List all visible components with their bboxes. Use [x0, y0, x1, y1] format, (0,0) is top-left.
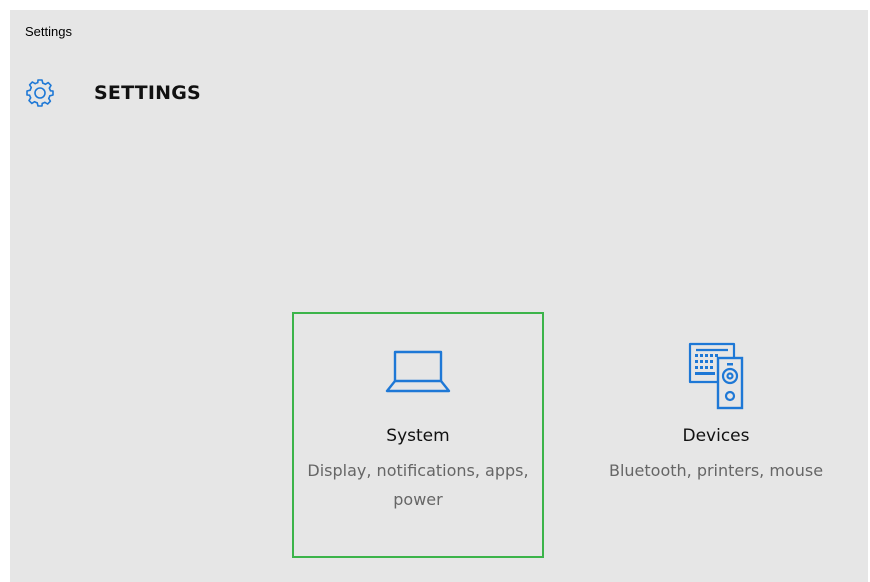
- devices-tile-title: Devices: [682, 426, 750, 446]
- settings-window: Settings SETTINGS System Display, notifi…: [10, 10, 868, 582]
- settings-header: SETTINGS: [24, 76, 201, 110]
- devices-tile-description: Bluetooth, printers, mouse: [608, 461, 824, 480]
- system-tile[interactable]: System Display, notifications, apps, pow…: [292, 312, 544, 558]
- laptop-icon: [385, 350, 451, 393]
- system-tile-title: System: [386, 426, 450, 446]
- gear-icon: [26, 79, 54, 107]
- page-title: SETTINGS: [94, 82, 201, 104]
- devices-tile[interactable]: Devices Bluetooth, printers, mouse: [590, 312, 842, 558]
- system-tile-description: Display, notifications, apps, power: [307, 461, 529, 509]
- window-title: Settings: [25, 24, 72, 39]
- devices-icon: [688, 342, 744, 410]
